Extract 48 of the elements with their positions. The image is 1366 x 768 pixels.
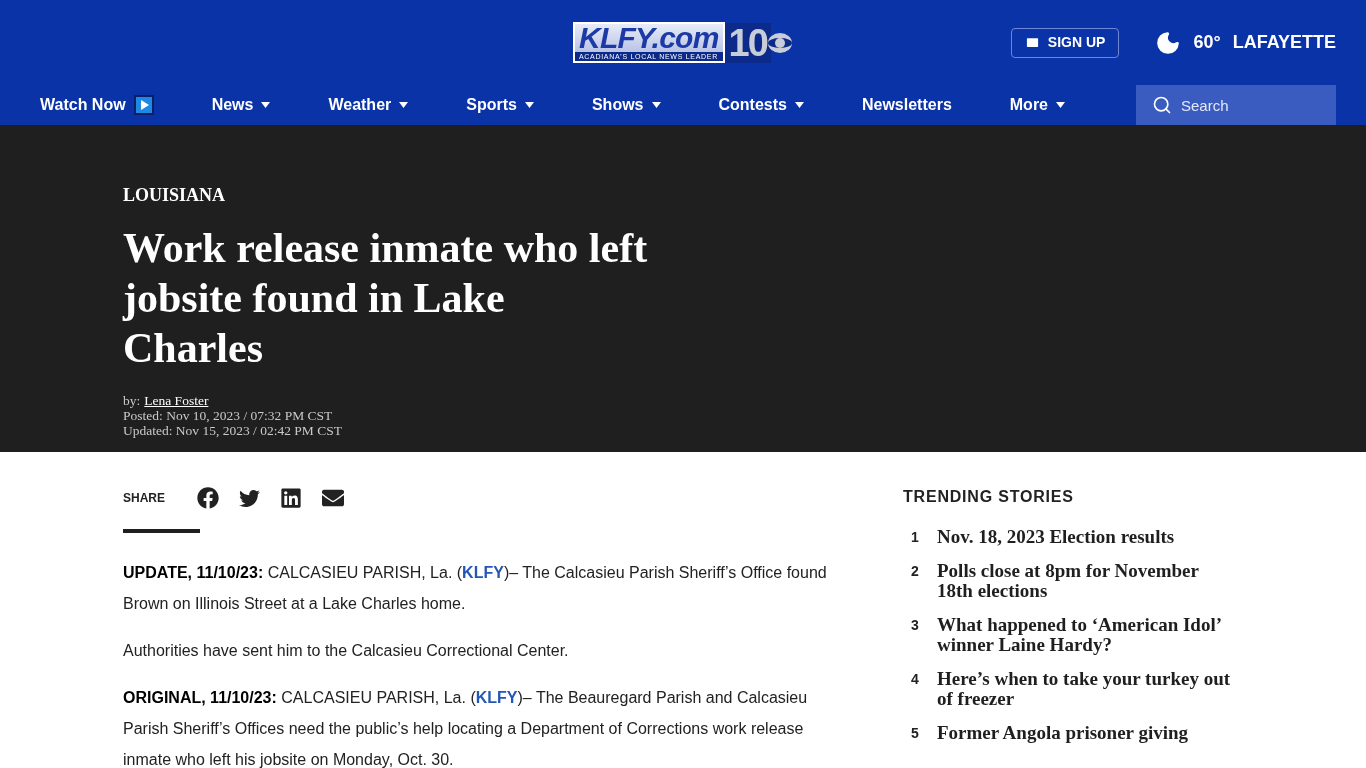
caret-icon <box>1056 102 1065 108</box>
article-paragraph: UPDATE, 11/10/23: CALCASIEU PARISH, La. (KLFY)– The Calcasieu Parish Sheriff’s Office found Brown on Illinois Street at a Lake Charles home. <box>123 563 828 614</box>
moon-icon <box>1155 29 1182 56</box>
rank-number: 2 <box>911 562 920 581</box>
caret-icon <box>794 102 804 108</box>
rank-number: 4 <box>911 670 920 689</box>
temperature: 60° <box>1193 31 1221 54</box>
author-link[interactable]: Lena Foster <box>144 393 209 408</box>
nav-link[interactable]: Newsletters <box>861 93 952 117</box>
article-paragraph: ORIGINAL, 11/10/23: CALCASIEU PARISH, La. (KLFY)– The Beauregard Parish and Calcasieu Parish Sheriff’s Offices need the public’s help locating a Department of Corrections work release inmate who left his jobsite on Monday, Oct. 30. <box>123 688 809 768</box>
article-paragraph: Authorities have sent him to the Calcasieu Correctional Center. <box>123 641 570 661</box>
byline-label: by: <box>123 393 141 408</box>
caret-icon <box>399 102 409 108</box>
story-link[interactable]: Nov. 18, 2023 Election results <box>937 527 1237 547</box>
source-link[interactable]: KLFY <box>462 564 504 581</box>
nav-link[interactable]: Contests <box>718 93 804 117</box>
nav-link[interactable]: More <box>1009 93 1065 117</box>
caret-icon <box>651 102 661 108</box>
share-label: SHARE <box>123 490 165 507</box>
eye-logo-icon <box>767 31 794 54</box>
nav-link[interactable]: Weather <box>328 93 409 117</box>
facebook-icon[interactable] <box>197 487 219 509</box>
signup-button[interactable]: SIGN UP <box>1010 27 1120 58</box>
story-link[interactable]: Here’s when to take your turkey out of freezer <box>937 669 1237 709</box>
article-title: Work release inmate who left jobsite found in Lake Charles <box>123 224 648 373</box>
category-label: LOUISIANA <box>123 185 226 205</box>
posted-date: Posted: Nov 10, 2023 / 07:32 PM CST <box>123 408 333 423</box>
story-link[interactable]: What happened to ‘American Idol’ winner Laine Hardy? <box>937 615 1237 655</box>
search-field[interactable]: Search <box>1136 85 1336 125</box>
nav-link[interactable]: News <box>211 93 271 117</box>
play-icon <box>133 95 154 115</box>
source-link[interactable]: KLFY <box>475 689 518 706</box>
rank-number: 3 <box>911 616 920 635</box>
nav-link[interactable]: Watch Now <box>40 93 154 117</box>
nav-link[interactable]: Sports <box>466 93 534 117</box>
story-link[interactable]: Polls close at 8pm for November 18th elections <box>937 561 1237 601</box>
search-icon <box>1152 95 1172 115</box>
caret-icon <box>524 102 534 108</box>
story-link[interactable]: Former Angola prisoner giving <box>937 723 1237 743</box>
sidebar-heading: TRENDING STORIES <box>903 487 1074 507</box>
nav-link[interactable]: Shows <box>591 93 661 117</box>
linkedin-icon[interactable] <box>280 487 302 509</box>
caret-icon <box>261 102 271 108</box>
updated-date: Updated: Nov 15, 2023 / 02:42 PM CST <box>123 423 342 438</box>
rank-number: 1 <box>911 528 920 547</box>
city-name: LAFAYETTE <box>1232 31 1336 54</box>
twitter-icon[interactable] <box>239 487 260 509</box>
rank-number: 5 <box>911 724 920 743</box>
